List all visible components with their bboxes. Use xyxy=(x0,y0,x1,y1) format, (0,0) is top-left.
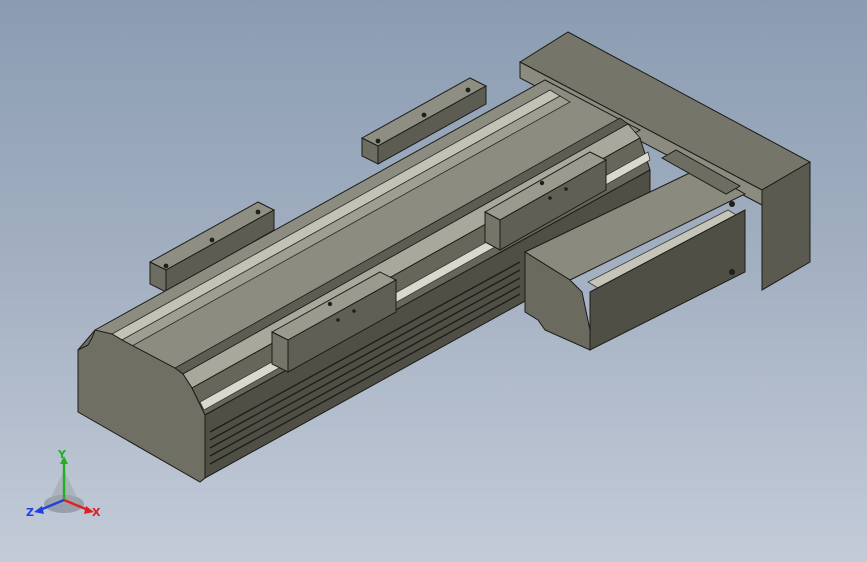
linear-actuator-model[interactable] xyxy=(0,0,867,562)
bolt-hole xyxy=(255,209,261,215)
bolt-hole xyxy=(375,138,381,144)
x-axis-label: X xyxy=(92,506,101,519)
bolt-hole xyxy=(421,112,427,118)
cad-viewport[interactable]: Y X Z xyxy=(0,0,867,562)
bolt-hole xyxy=(163,263,169,269)
y-axis-label: Y xyxy=(57,448,67,461)
bolt-hole xyxy=(209,237,215,243)
orientation-triad[interactable]: Y X Z xyxy=(22,448,112,528)
bolt-hole xyxy=(465,87,471,93)
z-axis-arrowhead xyxy=(34,506,44,514)
z-axis-label: Z xyxy=(26,506,34,519)
